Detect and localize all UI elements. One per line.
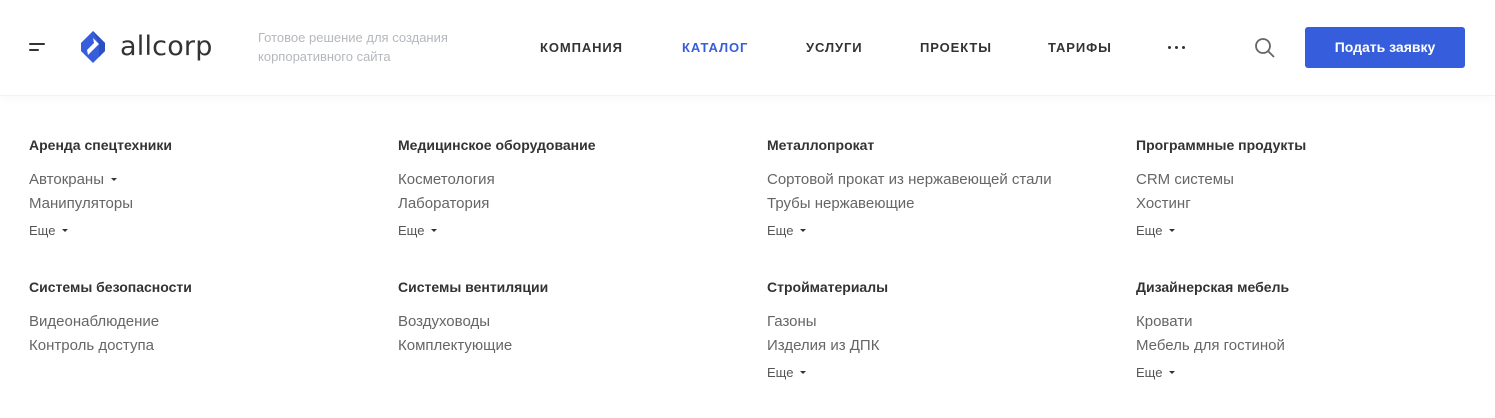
- section-title[interactable]: Программные продукты: [1136, 136, 1476, 154]
- more-dots-icon[interactable]: [1168, 46, 1188, 50]
- more-link[interactable]: Еще: [29, 222, 69, 239]
- section-list: Автокраны Манипуляторы: [29, 168, 369, 216]
- section-list: Косметология Лаборатория: [398, 168, 738, 216]
- list-item-link[interactable]: Автокраны: [29, 171, 104, 188]
- section-list: Воздуховоды Комплектующие: [398, 310, 738, 358]
- list-item-link[interactable]: Видеонаблюдение: [29, 313, 159, 330]
- submit-request-button[interactable]: Подать заявку: [1305, 27, 1465, 68]
- more-link[interactable]: Еще: [767, 364, 807, 381]
- list-item-link[interactable]: Косметология: [398, 171, 495, 188]
- catalog-section: Аренда спецтехники Автокраны Манипулятор…: [29, 136, 369, 240]
- section-list: Газоны Изделия из ДПК: [767, 310, 1107, 358]
- caret-down-icon: [62, 229, 69, 233]
- more-link[interactable]: Еще: [1136, 364, 1176, 381]
- list-item: Лаборатория: [398, 192, 738, 216]
- list-item-link[interactable]: Изделия из ДПК: [767, 337, 879, 354]
- nav-company[interactable]: КОМПАНИЯ: [540, 38, 623, 58]
- logo-text: allcorp: [120, 31, 213, 62]
- list-item: Трубы нержавеющие: [767, 192, 1107, 216]
- section-title[interactable]: Дизайнерская мебель: [1136, 278, 1476, 296]
- list-item-link[interactable]: Мебель для гостиной: [1136, 337, 1285, 354]
- section-title[interactable]: Системы вентиляции: [398, 278, 738, 296]
- search-icon[interactable]: [1254, 37, 1276, 59]
- catalog-section: Металлопрокат Сортовой прокат из нержаве…: [767, 136, 1107, 240]
- menu-burger-icon[interactable]: [29, 41, 47, 53]
- list-item: Мебель для гостиной: [1136, 334, 1476, 358]
- catalog-section: Медицинское оборудование Косметология Ла…: [398, 136, 738, 240]
- list-item: Хостинг: [1136, 192, 1476, 216]
- allcorp-logo-icon: [81, 31, 105, 63]
- caret-down-icon: [1169, 371, 1176, 375]
- list-item: Кровати: [1136, 310, 1476, 334]
- caret-down-icon: [1169, 229, 1176, 233]
- list-item: Комплектующие: [398, 334, 738, 358]
- catalog-section: Дизайнерская мебель Кровати Мебель для г…: [1136, 278, 1476, 382]
- nav-tariffs[interactable]: ТАРИФЫ: [1048, 38, 1112, 58]
- site-header: allcorp Готовое решение для создания кор…: [0, 0, 1495, 96]
- section-list: Кровати Мебель для гостиной: [1136, 310, 1476, 358]
- list-item: Манипуляторы: [29, 192, 369, 216]
- catalog-section: Системы вентиляции Воздуховоды Комплекту…: [398, 278, 738, 358]
- caret-down-icon: [800, 371, 807, 375]
- list-item-link[interactable]: Кровати: [1136, 313, 1192, 330]
- nav-catalog[interactable]: КАТАЛОГ: [682, 38, 748, 58]
- site-tagline: Готовое решение для создания корпоративн…: [258, 30, 448, 64]
- list-item-link[interactable]: Трубы нержавеющие: [767, 195, 915, 212]
- catalog-section: Системы безопасности Видеонаблюдение Кон…: [29, 278, 369, 358]
- logo[interactable]: allcorp: [76, 28, 213, 66]
- caret-down-icon: [431, 229, 438, 233]
- list-item: Воздуховоды: [398, 310, 738, 334]
- section-title[interactable]: Аренда спецтехники: [29, 136, 369, 154]
- list-item: Видеонаблюдение: [29, 310, 369, 334]
- list-item: Автокраны: [29, 168, 369, 192]
- nav-projects[interactable]: ПРОЕКТЫ: [920, 38, 992, 58]
- list-item: Изделия из ДПК: [767, 334, 1107, 358]
- list-item-link[interactable]: Воздуховоды: [398, 313, 490, 330]
- list-item-link[interactable]: CRM системы: [1136, 171, 1234, 188]
- list-item-link[interactable]: Контроль доступа: [29, 337, 154, 354]
- list-item: Контроль доступа: [29, 334, 369, 358]
- section-list: CRM системы Хостинг: [1136, 168, 1476, 216]
- list-item: Косметология: [398, 168, 738, 192]
- list-item: Газоны: [767, 310, 1107, 334]
- list-item: CRM системы: [1136, 168, 1476, 192]
- more-link[interactable]: Еще: [1136, 222, 1176, 239]
- nav-services[interactable]: УСЛУГИ: [806, 38, 862, 58]
- list-item-link[interactable]: Газоны: [767, 313, 817, 330]
- more-link[interactable]: Еще: [398, 222, 438, 239]
- caret-down-icon: [800, 229, 807, 233]
- list-item-link[interactable]: Комплектующие: [398, 337, 512, 354]
- list-item-link[interactable]: Сортовой прокат из нержавеющей стали: [767, 171, 1052, 188]
- caret-down-icon[interactable]: [111, 177, 117, 181]
- catalog-section: Программные продукты CRM системы Хостинг…: [1136, 136, 1476, 240]
- section-title[interactable]: Системы безопасности: [29, 278, 369, 296]
- list-item: Сортовой прокат из нержавеющей стали: [767, 168, 1107, 192]
- catalog-section: Стройматериалы Газоны Изделия из ДПК Еще: [767, 278, 1107, 382]
- section-list: Видеонаблюдение Контроль доступа: [29, 310, 369, 358]
- section-title[interactable]: Стройматериалы: [767, 278, 1107, 296]
- section-title[interactable]: Металлопрокат: [767, 136, 1107, 154]
- list-item-link[interactable]: Хостинг: [1136, 195, 1191, 212]
- list-item-link[interactable]: Лаборатория: [398, 195, 489, 212]
- catalog-dropdown: Аренда спецтехники Автокраны Манипулятор…: [0, 96, 1495, 418]
- list-item-link[interactable]: Манипуляторы: [29, 195, 133, 212]
- section-list: Сортовой прокат из нержавеющей стали Тру…: [767, 168, 1107, 216]
- more-link[interactable]: Еще: [767, 222, 807, 239]
- section-title[interactable]: Медицинское оборудование: [398, 136, 738, 154]
